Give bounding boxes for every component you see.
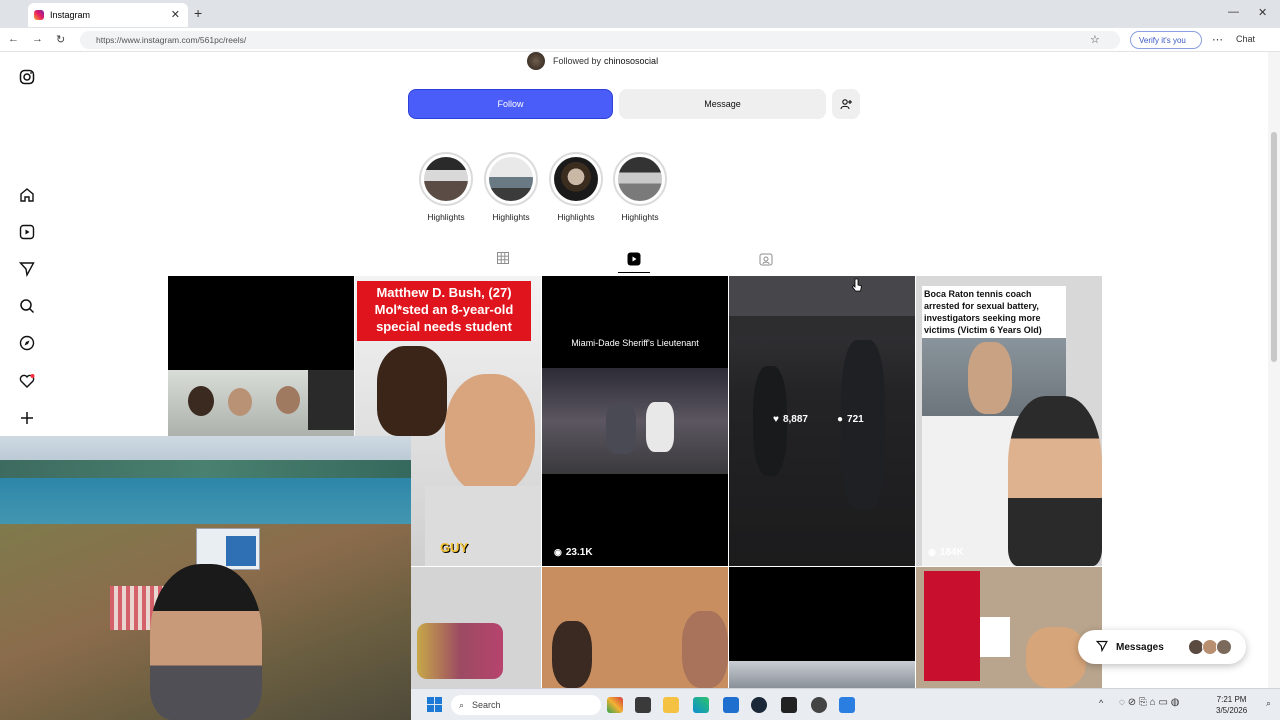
- app-icon[interactable]: [839, 697, 855, 713]
- add-user-button[interactable]: [832, 89, 860, 119]
- reel-tile[interactable]: Miami-Dade Sheriff's Lieutenant ◉ 23.1K: [542, 276, 728, 566]
- reels-tab-icon: [627, 252, 641, 266]
- reel-tile[interactable]: [411, 567, 541, 688]
- message-label: Message: [704, 99, 741, 109]
- verify-label: Verify it's you: [1139, 35, 1186, 45]
- instagram-logo-icon[interactable]: [18, 68, 36, 86]
- home-icon[interactable]: [18, 186, 36, 204]
- comments-count: ● 721: [837, 414, 864, 425]
- tab-reels[interactable]: [627, 252, 641, 269]
- back-button[interactable]: ←: [8, 33, 19, 45]
- follow-button[interactable]: Follow: [408, 89, 613, 119]
- steam-icon[interactable]: [751, 697, 767, 713]
- clock-date: 3/5/2026: [1216, 706, 1248, 715]
- minimize-button[interactable]: —: [1228, 6, 1239, 18]
- edge-browser-icon[interactable]: [693, 697, 709, 713]
- search-icon[interactable]: [18, 297, 36, 315]
- forward-button[interactable]: →: [32, 33, 43, 45]
- close-tab-icon[interactable]: ✕: [171, 8, 180, 21]
- avatar: [1216, 639, 1232, 655]
- reel-tile[interactable]: Boca Raton tennis coach arrested for sex…: [916, 276, 1102, 566]
- view-count: ◉ 23.1K: [554, 547, 593, 558]
- avatar: [527, 52, 545, 70]
- new-tab-button[interactable]: +: [194, 5, 202, 21]
- add-user-icon: [840, 99, 852, 110]
- highlight-item[interactable]: Highlights: [613, 152, 667, 222]
- highlight-item[interactable]: Highlights: [419, 152, 473, 222]
- tab-posts[interactable]: [497, 252, 509, 267]
- heart-icon: ♥: [773, 414, 779, 425]
- highlight-item[interactable]: Highlights: [484, 152, 538, 222]
- windows-start-icon[interactable]: [427, 697, 442, 717]
- tab-tagged[interactable]: [759, 252, 773, 269]
- notification-bell-icon[interactable]: ⌕: [1266, 698, 1271, 709]
- url-text: https://www.instagram.com/561pc/reels/: [96, 35, 247, 45]
- windows-taskbar: ⌕ Search ^ ◌ ⊘ ⎘ ⌂ ▭ ◍ 7:21 PM 3/5/2026 …: [411, 688, 1280, 720]
- taskbar-clock[interactable]: 7:21 PM 3/5/2026: [1216, 694, 1247, 716]
- tile-title: Miami-Dade Sheriff's Lieutenant: [571, 338, 699, 348]
- scrollbar-thumb[interactable]: [1271, 132, 1277, 362]
- video-overlay: [0, 436, 411, 720]
- epic-games-icon[interactable]: [781, 697, 797, 713]
- copilot-icon[interactable]: [607, 697, 623, 713]
- reel-tile[interactable]: [542, 567, 728, 688]
- search-placeholder: Search: [472, 700, 501, 710]
- followed-by-user: chinososocial: [604, 56, 659, 66]
- favorite-star-icon[interactable]: ☆: [1090, 33, 1100, 46]
- explore-compass-icon[interactable]: [18, 334, 36, 352]
- chevron-up-icon[interactable]: ^: [1099, 698, 1103, 708]
- followed-by-line[interactable]: Followed by chinososocial: [527, 52, 658, 70]
- notifications-heart-icon[interactable]: [18, 372, 36, 390]
- messages-label: Messages: [1116, 641, 1164, 653]
- instagram-favicon-icon: [34, 10, 44, 20]
- store-icon[interactable]: [723, 697, 739, 713]
- obs-icon[interactable]: [811, 697, 827, 713]
- browser-tab[interactable]: Instagram ✕: [28, 3, 188, 27]
- search-icon: ⌕: [459, 699, 465, 710]
- browser-tab-bar: Instagram ✕ + — ✕: [0, 0, 1280, 28]
- tab-title: Instagram: [50, 10, 91, 20]
- clock-time: 7:21 PM: [1216, 695, 1247, 704]
- mouse-cursor-icon: [851, 278, 863, 299]
- tray-icons[interactable]: ◌ ⊘ ⎘ ⌂ ▭ ◍: [1119, 697, 1179, 708]
- direct-send-icon[interactable]: [18, 260, 36, 278]
- file-explorer-icon[interactable]: [663, 697, 679, 713]
- reel-tile[interactable]: [729, 567, 915, 688]
- eye-icon: ◉: [554, 547, 562, 557]
- comment-icon: ●: [837, 414, 844, 425]
- verify-button[interactable]: Verify it's you: [1130, 31, 1202, 49]
- likes-count: ♥ 8,887: [773, 414, 808, 425]
- page-scrollbar[interactable]: [1268, 52, 1280, 688]
- reload-button[interactable]: ↻: [56, 33, 65, 46]
- highlight-item[interactable]: Highlights: [549, 152, 603, 222]
- reel-tile[interactable]: ♥ 8,887 ● 721: [729, 276, 915, 566]
- tile-caption: Boca Raton tennis coach arrested for sex…: [922, 286, 1066, 338]
- messages-button[interactable]: Messages: [1078, 630, 1246, 664]
- reel-tile[interactable]: [916, 567, 1102, 688]
- address-bar-row: ← → ↻ https://www.instagram.com/561pc/re…: [0, 28, 1280, 52]
- tagged-icon: [759, 253, 773, 266]
- taskbar-search[interactable]: ⌕ Search: [451, 695, 601, 715]
- create-plus-icon[interactable]: [18, 409, 36, 427]
- follow-label: Follow: [497, 99, 524, 109]
- close-window-button[interactable]: ✕: [1258, 6, 1267, 19]
- reels-icon[interactable]: [18, 223, 36, 241]
- followed-by-prefix: Followed by: [553, 56, 602, 66]
- tile-bottom-text: GUY: [440, 540, 469, 555]
- highlight-label: Highlights: [492, 212, 530, 222]
- tile-caption: Matthew D. Bush, (27) Mol*sted an 8-year…: [357, 281, 531, 341]
- direct-send-icon: [1095, 640, 1108, 655]
- view-count: ◉ 184K: [928, 547, 964, 558]
- grid-icon: [497, 252, 509, 264]
- message-button[interactable]: Message: [619, 89, 826, 119]
- highlight-label: Highlights: [427, 212, 465, 222]
- url-field[interactable]: https://www.instagram.com/561pc/reels/: [80, 31, 1120, 49]
- task-view-icon[interactable]: [635, 697, 651, 713]
- highlight-label: Highlights: [621, 212, 659, 222]
- chat-button[interactable]: Chat: [1236, 34, 1255, 44]
- eye-icon: ◉: [928, 547, 936, 557]
- active-tab-indicator: [618, 272, 650, 273]
- more-menu-icon[interactable]: ⋯: [1212, 33, 1223, 46]
- highlight-label: Highlights: [557, 212, 595, 222]
